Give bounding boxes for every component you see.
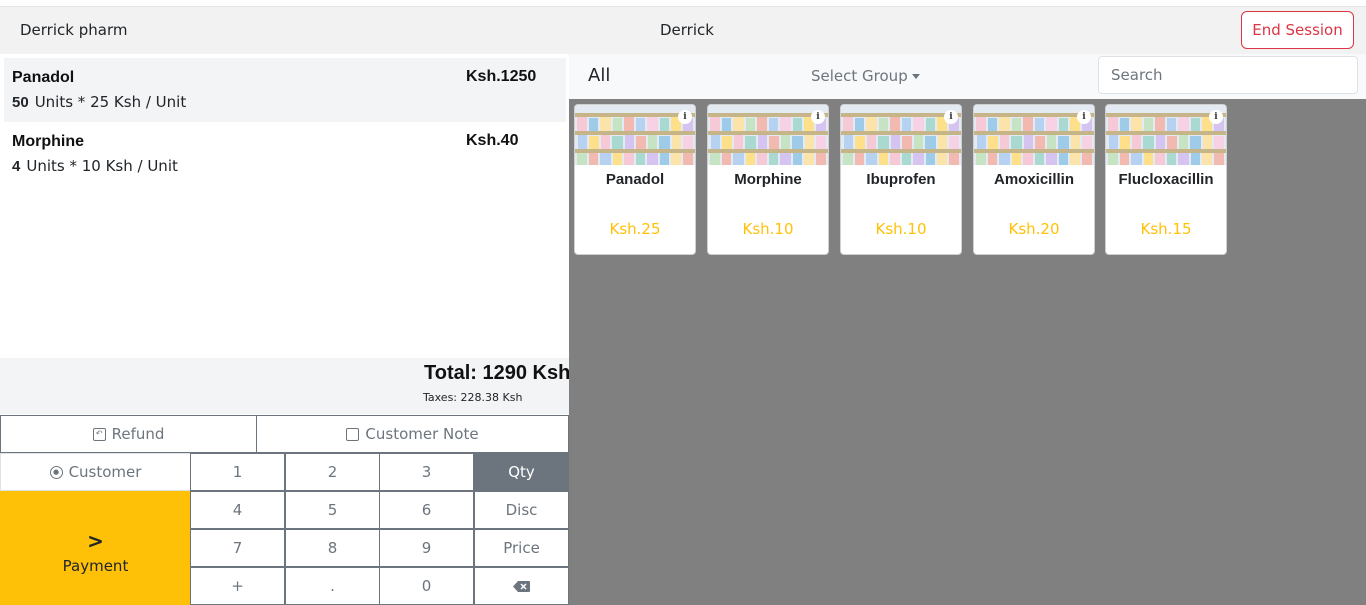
order-line-unit-info: Units * 25 Ksh / Unit <box>34 93 187 111</box>
customer-button[interactable]: ● Customer <box>0 453 191 491</box>
backspace-icon <box>513 580 530 592</box>
customer-note-button[interactable]: Customer Note <box>256 415 569 453</box>
order-line[interactable]: Panadol Ksh.1250 50 Units * 25 Ksh / Unit <box>4 58 566 122</box>
numpad-key-2[interactable]: 2 <box>285 453 380 491</box>
order-line-name: Morphine <box>12 133 84 150</box>
numpad-key-plus-minus[interactable]: + <box>190 567 285 605</box>
product-image: i <box>1106 105 1226 165</box>
numpad-key-1[interactable]: 1 <box>190 453 285 491</box>
customer-note-label: Customer Note <box>365 425 479 443</box>
refund-label: Refund <box>111 425 165 443</box>
info-icon[interactable]: i <box>811 110 825 124</box>
numpad-backspace[interactable] <box>474 567 569 605</box>
info-icon[interactable]: i <box>1077 110 1091 124</box>
numpad-key-7[interactable]: 7 <box>190 529 285 567</box>
numpad-key-decimal[interactable]: . <box>285 567 380 605</box>
order-line-qty-value: 4 <box>12 158 21 175</box>
numpad-key-8[interactable]: 8 <box>285 529 380 567</box>
order-total: Total: 1290 Ksh <box>424 362 571 384</box>
product-header: All Select Group <box>569 54 1366 99</box>
product-card[interactable]: i Ibuprofen Ksh.10 <box>840 104 962 255</box>
info-icon[interactable]: i <box>678 110 692 124</box>
order-line-quantity: 4 Units * 10 Ksh / Unit <box>12 157 178 175</box>
category-all[interactable]: All <box>588 65 610 86</box>
product-price: Ksh.15 <box>1140 220 1192 238</box>
top-bar: Derrick pharm Derrick End Session <box>0 6 1366 54</box>
product-name: Flucloxacillin <box>1118 171 1214 188</box>
product-card[interactable]: i Amoxicillin Ksh.20 <box>973 104 1095 255</box>
info-icon[interactable]: i <box>944 110 958 124</box>
numpad-key-9[interactable]: 9 <box>379 529 474 567</box>
product-name: Ibuprofen <box>866 171 936 188</box>
order-line-unit-info: Units * 10 Ksh / Unit <box>26 157 178 175</box>
product-grid: i Panadol Ksh.25 i Morphine Ksh.10 i Ibu… <box>569 99 1366 605</box>
product-image: i <box>575 105 695 165</box>
user-circle-icon: ● <box>49 465 63 479</box>
order-totals: Total: 1290 Ksh Taxes: 228.38 Ksh <box>0 358 571 414</box>
numpad-key-6[interactable]: 6 <box>379 491 474 529</box>
numpad-key-5[interactable]: 5 <box>285 491 380 529</box>
caret-down-icon <box>911 74 920 79</box>
product-card[interactable]: i Morphine Ksh.10 <box>707 104 829 255</box>
product-price: Ksh.10 <box>875 220 927 238</box>
product-price: Ksh.20 <box>1008 220 1060 238</box>
chevron-right-icon: > <box>87 529 104 553</box>
order-lines-panel: Panadol Ksh.1250 50 Units * 25 Ksh / Unit… <box>0 54 569 358</box>
numpad-mode-disc[interactable]: Disc <box>474 491 569 529</box>
store-name: Derrick pharm <box>20 21 128 39</box>
product-image: i <box>841 105 961 165</box>
select-group-label: Select Group <box>811 67 908 85</box>
order-line-price: Ksh.40 <box>466 132 519 149</box>
numpad-key-0[interactable]: 0 <box>379 567 474 605</box>
order-line-quantity: 50 Units * 25 Ksh / Unit <box>12 93 186 111</box>
product-name: Panadol <box>605 171 665 188</box>
payment-label: Payment <box>62 557 129 575</box>
numpad-key-3[interactable]: 3 <box>379 453 474 491</box>
search-input[interactable] <box>1098 56 1358 94</box>
product-card[interactable]: i Panadol Ksh.25 <box>574 104 696 255</box>
numpad-mode-price[interactable]: Price <box>474 529 569 567</box>
product-image: i <box>974 105 1094 165</box>
product-image: i <box>708 105 828 165</box>
note-icon <box>346 427 360 441</box>
product-price: Ksh.10 <box>742 220 794 238</box>
order-line-qty-value: 50 <box>12 94 29 111</box>
order-line[interactable]: Morphine Ksh.40 4 Units * 10 Ksh / Unit <box>4 122 566 186</box>
refund-button[interactable]: ↶ Refund <box>0 415 257 453</box>
order-line-name: Panadol <box>12 69 75 86</box>
product-name: Amoxicillin <box>993 171 1075 188</box>
payment-button[interactable]: > Payment <box>0 491 191 605</box>
numpad-key-4[interactable]: 4 <box>190 491 285 529</box>
product-price: Ksh.25 <box>609 220 661 238</box>
select-group-dropdown[interactable]: Select Group <box>811 67 920 85</box>
product-name: Morphine <box>734 171 802 188</box>
refund-icon: ↶ <box>92 427 106 441</box>
product-card[interactable]: i Flucloxacillin Ksh.15 <box>1105 104 1227 255</box>
order-line-price: Ksh.1250 <box>466 68 537 85</box>
info-icon[interactable]: i <box>1209 110 1223 124</box>
numpad-mode-qty[interactable]: Qty <box>474 453 569 491</box>
user-name: Derrick <box>660 21 714 39</box>
customer-label: Customer <box>68 463 142 481</box>
order-taxes: Taxes: 228.38 Ksh <box>423 391 523 404</box>
end-session-button[interactable]: End Session <box>1241 11 1354 49</box>
